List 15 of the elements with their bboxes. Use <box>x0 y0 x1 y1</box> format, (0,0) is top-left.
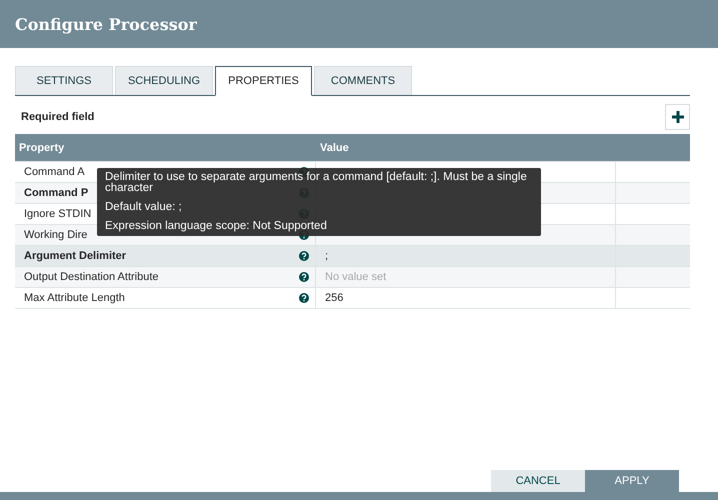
property-name: Output Destination Attribute <box>24 271 159 283</box>
tooltip-text: Delimiter to use to separate arguments for a command [default: ;]. Must be a single character <box>105 172 528 194</box>
window-title: Configure Processor <box>15 14 197 34</box>
property-value: ; <box>325 250 328 262</box>
tooltip-text: Default value: ; <box>105 202 183 213</box>
property-name: Command P <box>24 187 88 199</box>
property-value-placeholder: No value set <box>325 271 386 283</box>
required-field-label: Required field <box>21 111 94 123</box>
tooltip-text: Expression language scope: Not Supported <box>105 221 328 232</box>
property-name: Max Attribute Length <box>24 292 125 304</box>
property-name: Command A <box>24 166 85 178</box>
property-name: Argument Delimiter <box>24 250 126 262</box>
property-name: Working Dire <box>24 229 88 241</box>
property-name: Ignore STDIN <box>24 208 92 220</box>
property-value: 256 <box>325 292 344 304</box>
